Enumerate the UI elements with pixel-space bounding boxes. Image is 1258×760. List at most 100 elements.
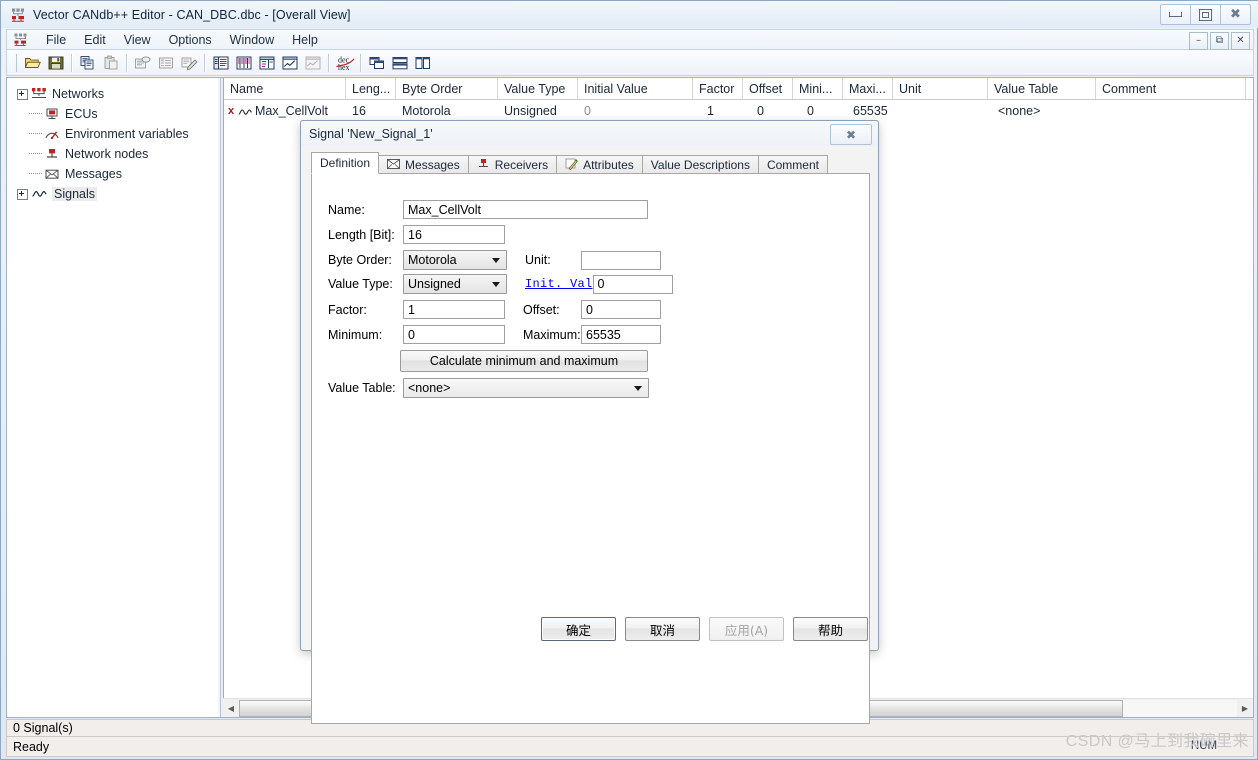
tab-attributes[interactable]: Attributes <box>556 155 643 174</box>
maximum-input[interactable]: 65535 <box>581 325 661 344</box>
candb-small-icon <box>13 33 29 47</box>
toolbar-separator <box>328 53 329 72</box>
copy-icon[interactable] <box>76 52 99 74</box>
offset-input[interactable]: 0 <box>581 300 661 319</box>
minimize-button[interactable] <box>1160 4 1191 25</box>
table-row[interactable]: x Max_CellVolt 16 Motorola Unsigned 0 1 … <box>224 100 1253 121</box>
messages-view-icon[interactable] <box>255 52 278 74</box>
nodes-view-icon[interactable] <box>232 52 255 74</box>
mdi-close-button[interactable]: ✕ <box>1231 32 1250 50</box>
tab-label: Receivers <box>494 158 549 172</box>
candb-icon <box>10 7 26 23</box>
column-header-minimum[interactable]: Mini... <box>793 78 843 99</box>
edit-object-icon[interactable] <box>131 52 154 74</box>
sidebar-item-signals[interactable]: Signals <box>7 184 218 204</box>
expander-plus-icon[interactable] <box>17 188 28 200</box>
object-tree-panel: Networks ECUs Environment variables Netw… <box>7 78 218 717</box>
scroll-left-arrow-icon[interactable]: ◀ <box>223 700 239 717</box>
calculate-min-max-button[interactable]: Calculate minimum and maximum <box>400 350 648 372</box>
cell-minimum[interactable]: 0 <box>793 104 843 118</box>
ok-button[interactable]: 确定 <box>541 617 616 641</box>
save-icon[interactable] <box>44 52 67 74</box>
factor-input[interactable]: 1 <box>403 300 505 319</box>
env-view-icon[interactable] <box>301 52 324 74</box>
value-table-select[interactable]: <none> <box>403 378 649 398</box>
networks-icon <box>31 87 47 101</box>
cell-initial-value[interactable]: 0 <box>578 104 693 118</box>
dec-hex-icon[interactable]: dec hex <box>333 52 356 74</box>
help-button[interactable]: 帮助 <box>793 617 868 641</box>
column-header-unit[interactable]: Unit <box>893 78 988 99</box>
tab-definition[interactable]: Definition <box>311 152 380 174</box>
column-header-maximum[interactable]: Maxi... <box>843 78 893 99</box>
cell-byte-order[interactable]: Motorola <box>396 104 498 118</box>
tab-receivers[interactable]: Receivers <box>467 155 558 174</box>
menu-item-window[interactable]: Window <box>221 31 283 49</box>
delete-marker-icon[interactable]: x <box>224 105 238 117</box>
maximize-button[interactable] <box>1190 4 1221 25</box>
name-label: Name: <box>328 202 365 217</box>
init-value-input[interactable]: 0 <box>592 274 673 294</box>
title-bar: Vector CANdb++ Editor - CAN_DBC.dbc - [O… <box>1 1 1258 28</box>
sidebar-item-ecus[interactable]: ECUs <box>7 104 218 124</box>
dialog-close-button[interactable]: ✖ <box>830 124 872 145</box>
column-header-byte-order[interactable]: Byte Order <box>396 78 498 99</box>
column-header-name[interactable]: Name <box>224 78 346 99</box>
column-header-length[interactable]: Leng... <box>346 78 396 99</box>
toolbar-grip[interactable] <box>11 53 17 72</box>
tile-vertical-icon[interactable] <box>411 52 434 74</box>
menu-item-help[interactable]: Help <box>283 31 327 49</box>
unit-label: Unit: <box>525 253 551 267</box>
window-controls: ✖ <box>1160 4 1251 25</box>
column-header-comment[interactable]: Comment <box>1096 78 1246 99</box>
sidebar-item-label: ECUs <box>65 107 98 121</box>
value-type-select[interactable]: Unsigned <box>403 274 507 294</box>
cell-length[interactable]: 16 <box>346 104 396 118</box>
name-input[interactable]: Max_CellVolt <box>403 200 648 219</box>
field-row-value-type: Value Type: Unsigned Init. Val 0 <box>328 274 673 294</box>
cell-offset[interactable]: 0 <box>743 104 793 118</box>
menu-item-options[interactable]: Options <box>160 31 221 49</box>
byte-order-select[interactable]: Motorola <box>403 250 507 270</box>
networks-view-icon[interactable] <box>209 52 232 74</box>
mdi-minimize-button[interactable]: – <box>1189 32 1208 50</box>
tile-horizontal-icon[interactable] <box>388 52 411 74</box>
signals-view-icon[interactable] <box>278 52 301 74</box>
column-header-offset[interactable]: Offset <box>743 78 793 99</box>
sidebar-item-label: Networks <box>52 87 105 101</box>
init-value-link[interactable]: Init. Val <box>525 277 593 291</box>
properties-icon[interactable] <box>154 52 177 74</box>
cancel-button[interactable]: 取消 <box>625 617 700 641</box>
cell-factor[interactable]: 1 <box>693 104 743 118</box>
column-header-factor[interactable]: Factor <box>693 78 743 99</box>
cascade-icon[interactable] <box>365 52 388 74</box>
column-header-value-table[interactable]: Value Table <box>988 78 1096 99</box>
paste-icon[interactable] <box>99 52 122 74</box>
column-header-initial-value[interactable]: Initial Value <box>578 78 693 99</box>
close-button[interactable]: ✖ <box>1220 4 1251 25</box>
column-header-value-type[interactable]: Value Type <box>498 78 578 99</box>
envvar-icon <box>44 127 60 141</box>
sidebar-item-environment-variables[interactable]: Environment variables <box>7 124 218 144</box>
mdi-restore-button[interactable]: ⧉ <box>1210 32 1229 50</box>
menu-item-edit[interactable]: Edit <box>75 31 115 49</box>
cell-value-table[interactable]: <none> <box>988 104 1096 118</box>
menu-item-view[interactable]: View <box>115 31 160 49</box>
tab-value-descriptions[interactable]: Value Descriptions <box>641 155 759 174</box>
sidebar-item-messages[interactable]: Messages <box>7 164 218 184</box>
open-icon[interactable] <box>21 52 44 74</box>
tab-messages[interactable]: Messages <box>378 155 469 174</box>
cell-maximum[interactable]: 65535 <box>843 104 893 118</box>
cell-value-type[interactable]: Unsigned <box>498 104 578 118</box>
minimum-input[interactable]: 0 <box>403 325 505 344</box>
sidebar-item-network-nodes[interactable]: Network nodes <box>7 144 218 164</box>
sidebar-item-networks[interactable]: Networks <box>7 84 218 104</box>
cell-name[interactable]: x Max_CellVolt <box>224 104 346 118</box>
unit-input[interactable] <box>581 250 661 270</box>
tab-comment[interactable]: Comment <box>757 155 828 174</box>
scroll-right-arrow-icon[interactable]: ▶ <box>1237 700 1253 717</box>
menu-item-file[interactable]: File <box>37 31 75 49</box>
length-input[interactable]: 16 <box>403 225 505 244</box>
edit-attributes-icon[interactable] <box>177 52 200 74</box>
expander-plus-icon[interactable] <box>17 88 28 100</box>
